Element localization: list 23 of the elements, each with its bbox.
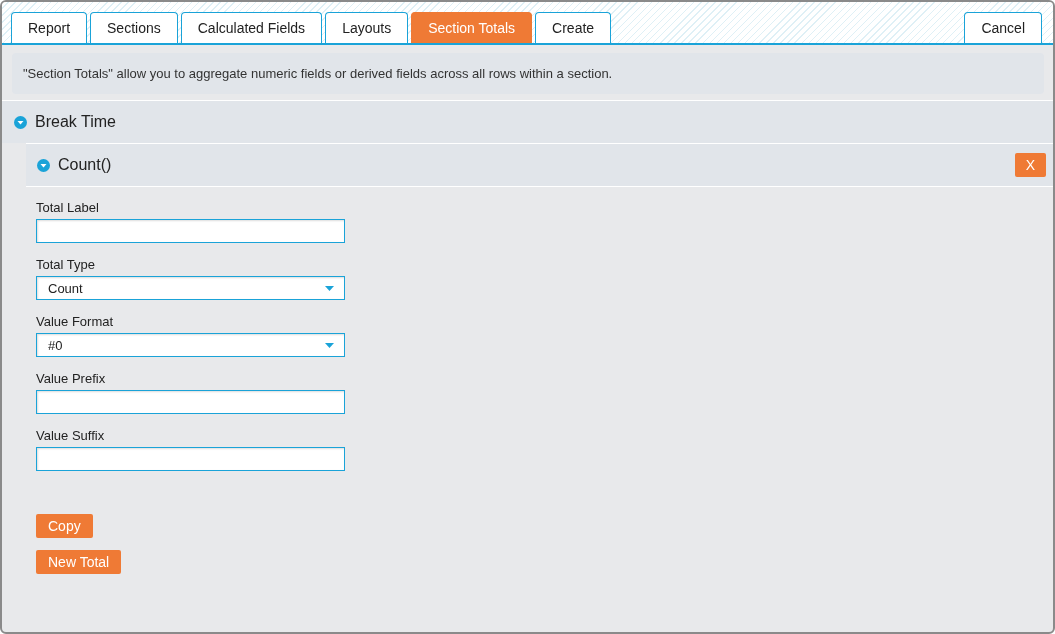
- total-title: Count(): [58, 156, 112, 174]
- field-label: Total Type: [36, 257, 97, 272]
- field-label: Value Suffix: [36, 428, 106, 443]
- chevron-icon[interactable]: [37, 158, 50, 172]
- cancel-button[interactable]: Cancel: [964, 12, 1042, 43]
- field-label: Value Prefix: [36, 371, 107, 386]
- section-title: Break Time: [35, 113, 116, 131]
- tab[interactable]: Layouts: [325, 12, 409, 43]
- field-label: Value Format: [36, 314, 115, 329]
- caret-icon: [325, 342, 334, 348]
- caret-icon: [325, 285, 334, 291]
- dropdown-field[interactable]: #0: [36, 333, 345, 357]
- tab[interactable]: Create: [535, 12, 612, 43]
- tab[interactable]: Sections: [90, 12, 178, 43]
- text-input-field[interactable]: [36, 447, 345, 471]
- info-text: "Section Totals" allow you to aggregate numeric fields or derived fields across all rows within a section.: [12, 53, 1044, 94]
- chevron-icon[interactable]: [14, 115, 27, 129]
- field-label: Total Label: [36, 200, 100, 215]
- dropdown-field[interactable]: Count: [36, 276, 345, 300]
- tab[interactable]: Calculated Fields: [180, 12, 323, 43]
- text-input-field[interactable]: [36, 390, 345, 414]
- tab[interactable]: Report: [11, 12, 88, 43]
- text-input-field[interactable]: [36, 219, 345, 243]
